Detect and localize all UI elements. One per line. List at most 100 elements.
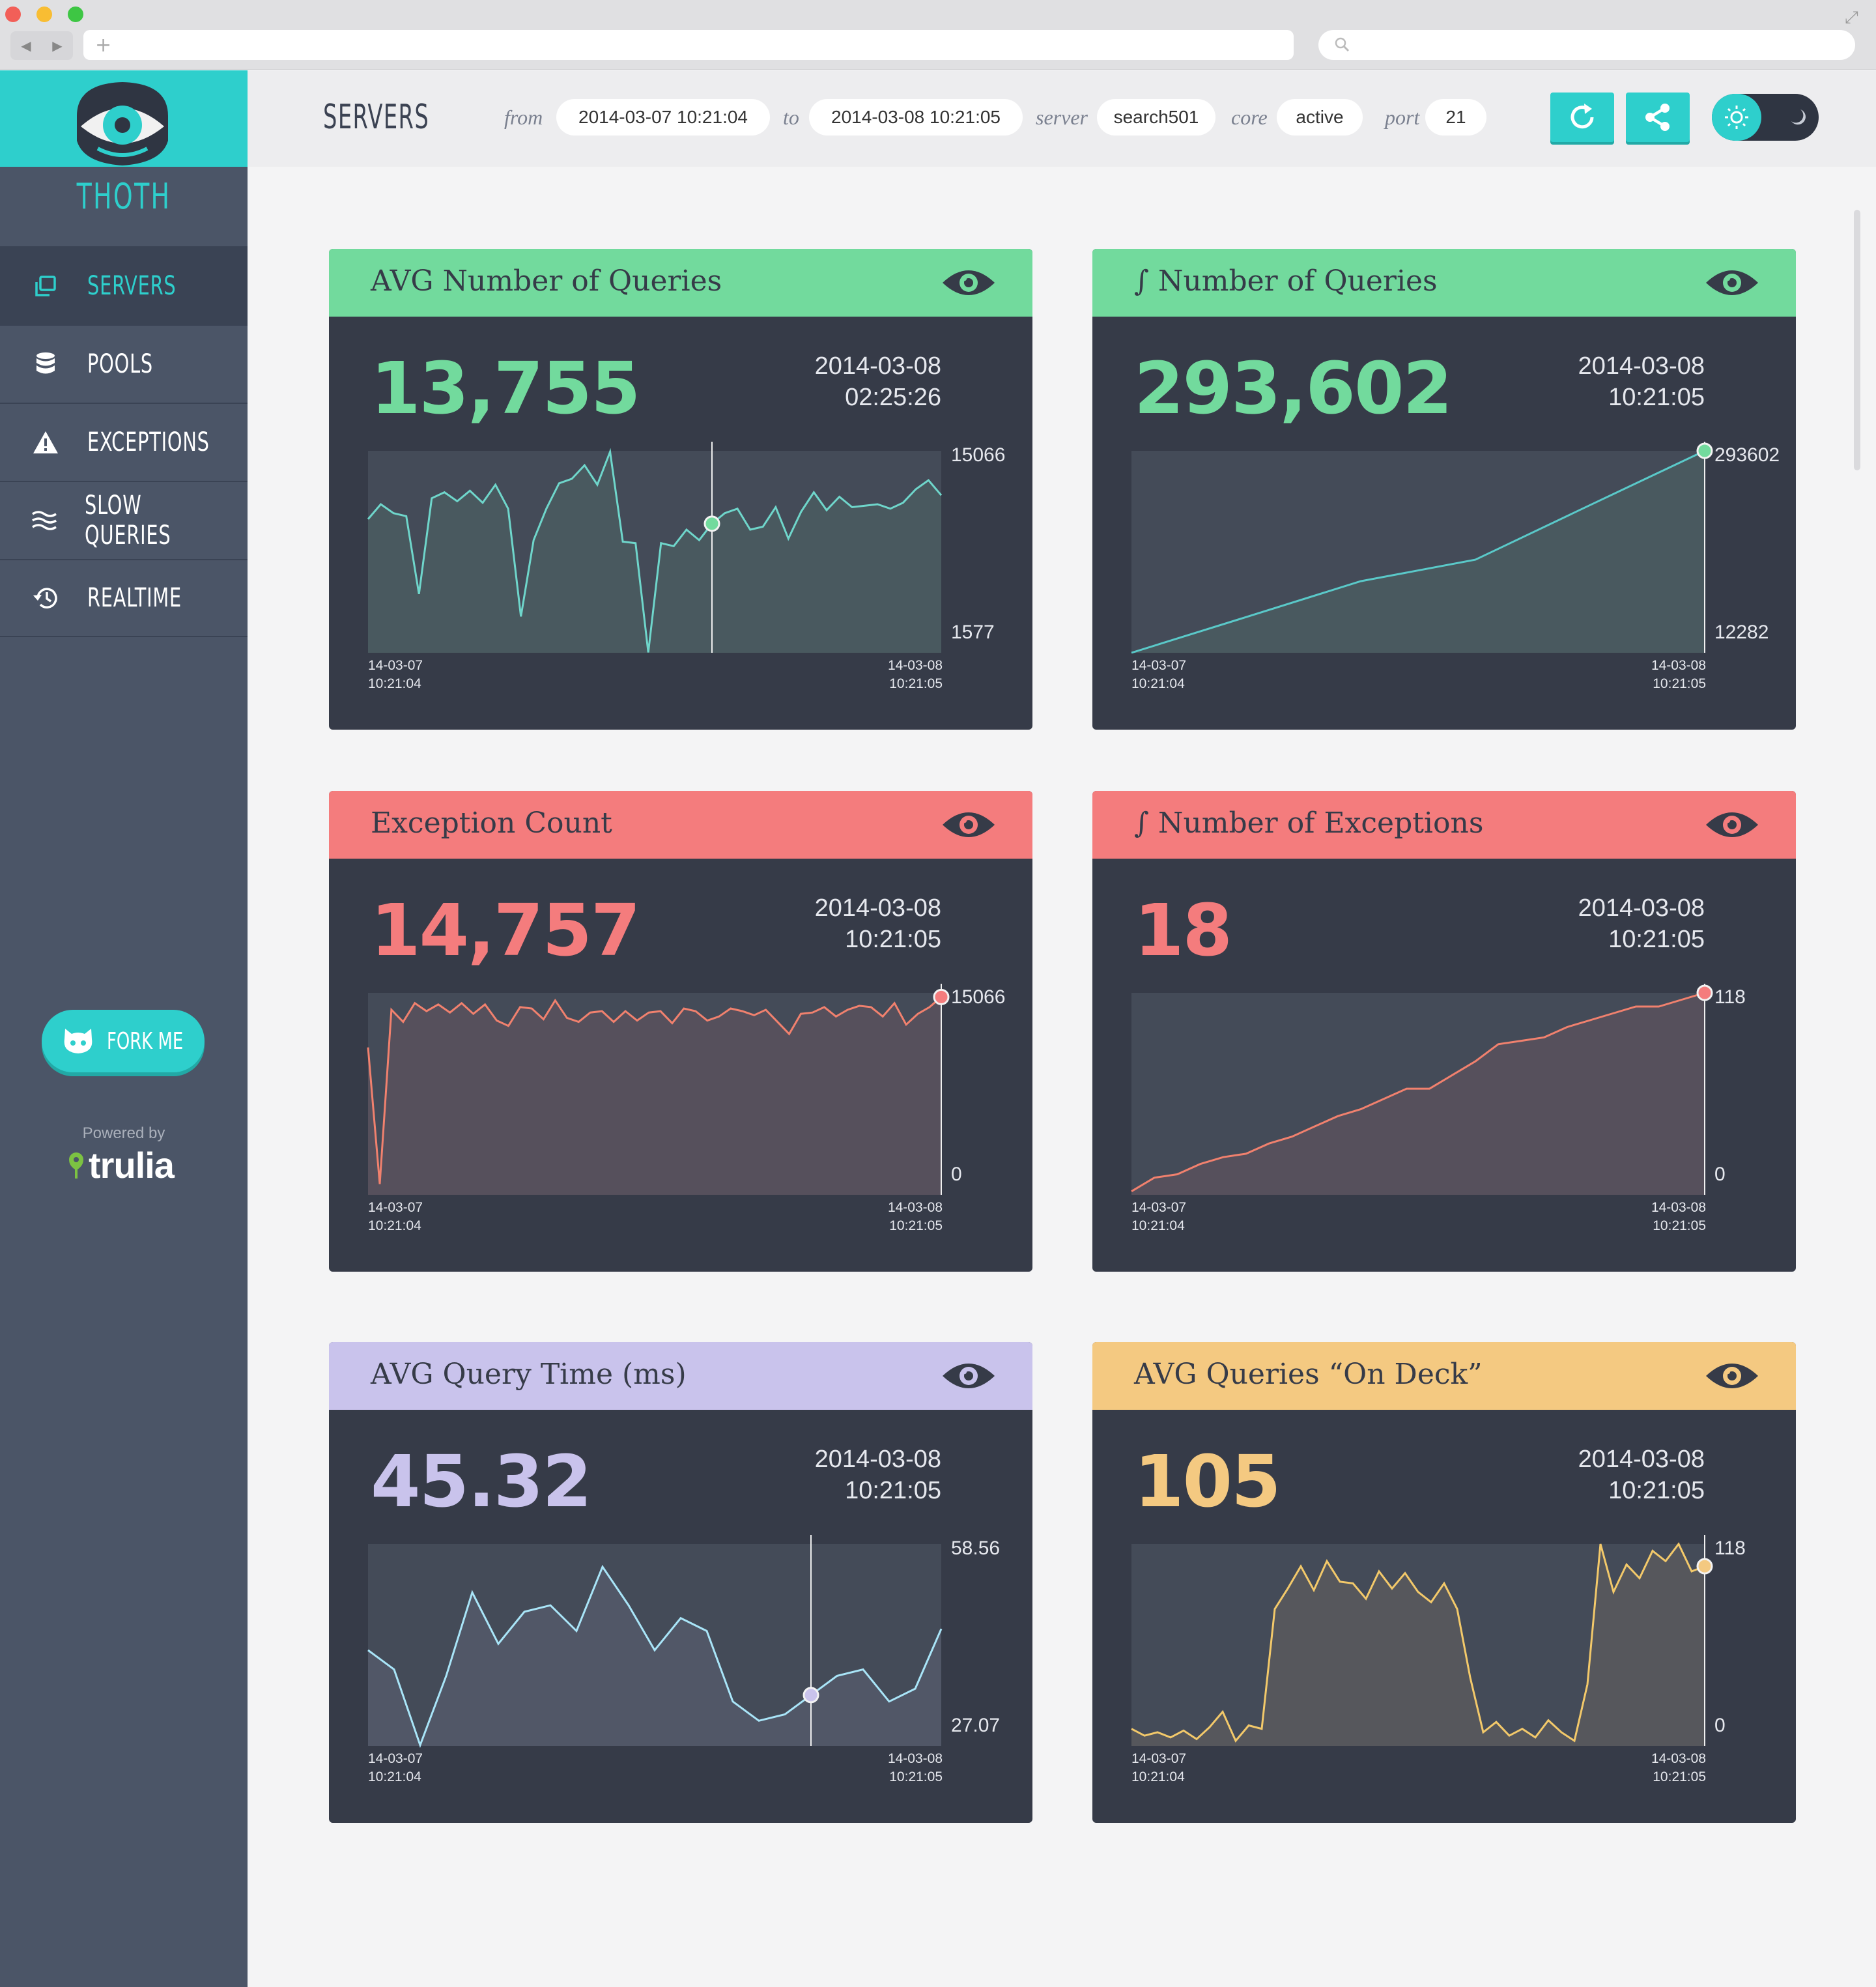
brand-name: THOTH (76, 176, 171, 217)
x-start-time: 10:21:04 (1131, 676, 1185, 691)
sidebar: THOTH SERVERS POOLS EXCEPTIONS SLOW QUER… (0, 70, 248, 1987)
trulia-logo[interactable]: trulia (68, 1144, 175, 1186)
data-point-marker (1696, 984, 1713, 1001)
timestamp-date: 2014-03-08 (814, 1446, 941, 1473)
sidebar-item-realtime[interactable]: REALTIME (0, 559, 248, 637)
card-header: ∫ Number of Queries (1092, 249, 1796, 317)
from-date-field[interactable]: 2014-03-07 10:21:04 (556, 99, 770, 136)
eye-icon[interactable] (940, 263, 997, 302)
card-title: Exception Count (371, 807, 612, 840)
metric-card: AVG Queries “On Deck” 105 2014-03-08 10:2… (1092, 1342, 1796, 1823)
sidebar-item-slow-queries[interactable]: SLOW QUERIES (0, 481, 248, 559)
card-title: ∫ Number of Queries (1134, 264, 1438, 298)
browser-search-bar[interactable] (1318, 30, 1855, 60)
new-tab-plus-icon[interactable]: + (95, 34, 111, 57)
line-chart[interactable] (1131, 442, 1718, 666)
card-title: ∫ Number of Exceptions (1134, 807, 1484, 840)
expand-icon[interactable]: ⤢ (1845, 8, 1858, 28)
timestamp-time: 10:21:05 (1608, 926, 1705, 953)
timestamp-date: 2014-03-08 (814, 894, 941, 922)
card-header: ∫ Number of Exceptions (1092, 791, 1796, 859)
eye-icon[interactable] (1703, 1356, 1761, 1395)
eye-icon[interactable] (1703, 805, 1761, 844)
y-max-label: 15066 (951, 444, 1006, 466)
card-title: AVG Query Time (ms) (371, 1358, 687, 1391)
data-point-marker (704, 515, 720, 532)
filter-bar: SERVERS from 2014-03-07 10:21:04 to 2014… (248, 70, 1876, 167)
moon-icon[interactable] (1787, 107, 1808, 128)
y-max-label: 293602 (1714, 444, 1780, 466)
x-end-time: 10:21:05 (1653, 676, 1706, 691)
metric-card: AVG Query Time (ms) 45.32 2014-03-08 10:2… (329, 1342, 1032, 1823)
warning-icon (31, 428, 60, 457)
history-buttons: ◀ ▶ (10, 31, 73, 60)
share-icon (1645, 104, 1670, 131)
x-end-time: 10:21:05 (889, 1218, 943, 1233)
data-point-marker (803, 1687, 819, 1704)
theme-toggle[interactable] (1712, 94, 1819, 141)
x-start-time: 10:21:04 (368, 1769, 421, 1784)
powered-by-label: Powered by (82, 1124, 165, 1142)
database-icon (31, 350, 60, 379)
page-scrollbar[interactable] (1854, 210, 1860, 470)
line-chart[interactable] (367, 442, 954, 666)
sidebar-item-servers[interactable]: SERVERS (0, 246, 248, 324)
timestamp-time: 10:21:05 (1608, 384, 1705, 411)
metric-card: ∫ Number of Exceptions 18 2014-03-08 10:2… (1092, 791, 1796, 1272)
fork-me-button[interactable]: FORK ME (42, 1010, 205, 1072)
octocat-icon (64, 1029, 92, 1053)
page-title: SERVERS (323, 98, 430, 137)
metric-timestamp: 2014-03-08 10:21:05 (815, 893, 941, 955)
search-icon (1335, 37, 1350, 52)
url-bar[interactable]: + (83, 30, 1294, 60)
port-field[interactable]: 21 (1425, 99, 1486, 136)
card-title: AVG Queries “On Deck” (1134, 1358, 1483, 1391)
x-end-time: 10:21:05 (1653, 1769, 1706, 1784)
browser-window: ◀ ▶ + ⤢ THOTH SERVERS POOLS EXCEPTIONS S… (0, 0, 1876, 1987)
minimize-window-dot[interactable] (36, 7, 52, 22)
line-chart[interactable] (1131, 1535, 1718, 1759)
port-label: port (1385, 106, 1420, 129)
zoom-window-dot[interactable] (68, 7, 83, 22)
core-field[interactable]: active (1277, 99, 1363, 136)
timestamp-time: 02:25:26 (845, 384, 941, 411)
back-arrow-icon[interactable]: ◀ (21, 38, 31, 53)
y-max-label: 118 (1714, 1537, 1746, 1559)
line-chart[interactable] (1131, 984, 1718, 1208)
metric-value: 105 (1134, 1440, 1281, 1523)
refresh-button[interactable] (1550, 93, 1614, 142)
y-min-label: 27.07 (951, 1715, 1001, 1736)
data-point-marker (1696, 1558, 1713, 1575)
y-min-label: 12282 (1714, 622, 1769, 643)
metric-value: 13,755 (371, 347, 640, 430)
y-min-label: 1577 (951, 622, 995, 643)
metric-timestamp: 2014-03-08 10:21:05 (1578, 893, 1705, 955)
share-button[interactable] (1626, 93, 1690, 142)
metric-timestamp: 2014-03-08 10:21:05 (1578, 1444, 1705, 1506)
sidebar-item-label: POOLS (87, 349, 153, 379)
data-point-marker (1696, 442, 1713, 459)
sidebar-item-pools[interactable]: POOLS (0, 324, 248, 403)
metric-value: 45.32 (371, 1440, 592, 1523)
metric-card: ∫ Number of Queries 293,602 2014-03-08 10… (1092, 249, 1796, 730)
eye-icon[interactable] (1703, 263, 1761, 302)
server-field[interactable]: search501 (1097, 99, 1215, 136)
to-date-field[interactable]: 2014-03-08 10:21:05 (809, 99, 1023, 136)
timestamp-date: 2014-03-08 (1578, 352, 1705, 380)
fork-me-label: FORK ME (107, 1027, 184, 1055)
trulia-wordmark: trulia (89, 1145, 175, 1186)
eye-icon[interactable] (940, 805, 997, 844)
eye-icon[interactable] (940, 1356, 997, 1395)
forward-arrow-icon[interactable]: ▶ (52, 38, 62, 53)
close-window-dot[interactable] (5, 7, 21, 22)
metric-card: AVG Number of Queries 13,755 2014-03-08 0… (329, 249, 1032, 730)
logo-panel[interactable] (0, 70, 248, 167)
line-chart[interactable] (367, 984, 954, 1208)
x-start-time: 10:21:04 (1131, 1218, 1185, 1233)
metric-timestamp: 2014-03-08 10:21:05 (1578, 350, 1705, 413)
map-pin-icon (69, 1152, 83, 1179)
sidebar-item-exceptions[interactable]: EXCEPTIONS (0, 403, 248, 481)
line-chart[interactable] (367, 1535, 954, 1759)
y-max-label: 58.56 (951, 1537, 1001, 1559)
y-max-label: 118 (1714, 986, 1746, 1008)
